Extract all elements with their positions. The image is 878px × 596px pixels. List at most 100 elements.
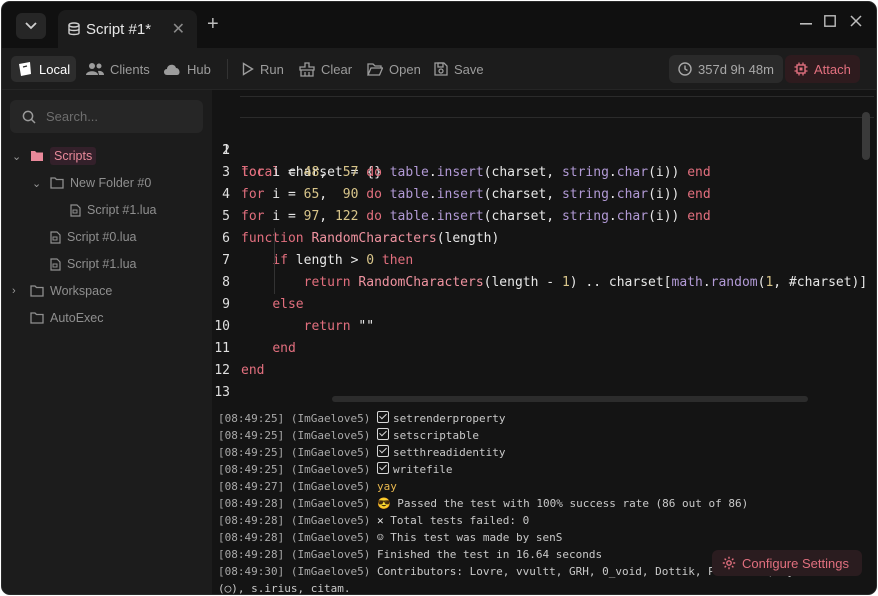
run-button[interactable]: Run	[236, 56, 290, 82]
database-icon	[68, 22, 80, 36]
attach-button[interactable]: Attach	[785, 55, 860, 83]
code-line: 1 local charset = {}	[212, 96, 876, 180]
file-icon	[50, 230, 61, 244]
menu-dropdown-button[interactable]	[16, 13, 46, 39]
file-icon	[50, 257, 61, 271]
tree-label: Script #1.lua	[67, 257, 137, 271]
output-console: [08:49:25] (ImGaelove5) setrenderpropert…	[212, 402, 876, 595]
code-line: 11 end	[212, 316, 876, 378]
hub-button[interactable]: Hub	[157, 56, 217, 82]
console-line: [08:49:25] (ImGaelove5) setrenderpropert…	[218, 411, 506, 425]
code-line: 2 for i = 48, 57 do table.insert(charset…	[212, 118, 876, 180]
folder-icon	[30, 285, 44, 297]
code-line: 4 for i = 97, 122 do table.insert(charse…	[212, 162, 876, 224]
tree-folder-workspace[interactable]: › Workspace	[12, 280, 112, 302]
tree-label: Script #0.lua	[67, 230, 137, 244]
indent-guide	[274, 272, 275, 294]
console-line: [08:49:28] (ImGaelove5) Finished the tes…	[218, 548, 603, 561]
configure-settings-label: Configure Settings	[742, 555, 849, 571]
open-label: Open	[389, 61, 421, 77]
local-button[interactable]: Local	[11, 56, 77, 82]
tree-label: Scripts	[50, 147, 97, 165]
chip-icon	[794, 62, 808, 76]
title-bar: Script #1* ✕ +	[2, 2, 876, 48]
play-icon	[242, 62, 254, 76]
tree-file-script0[interactable]: Script #0.lua	[50, 226, 136, 248]
code-line: 9 return ""	[212, 272, 876, 334]
gear-icon	[722, 556, 736, 570]
folder-icon	[30, 312, 44, 324]
checkbox-icon	[376, 445, 389, 457]
local-icon	[19, 62, 31, 76]
checkbox-icon	[376, 411, 389, 423]
clock-icon	[678, 62, 692, 76]
save-label: Save	[454, 61, 484, 77]
grin-emoji-icon: 😎	[376, 497, 391, 510]
clear-button[interactable]: Clear	[293, 56, 358, 82]
search-box[interactable]	[10, 100, 203, 133]
search-input[interactable]	[46, 109, 186, 124]
local-label: Local	[39, 61, 71, 77]
clients-label: Clients	[110, 61, 150, 77]
minimize-icon[interactable]	[800, 23, 812, 25]
console-line: [08:49:25] (ImGaelove5) writefile	[218, 462, 453, 476]
console-line: [08:49:28] (ImGaelove5) ✕ Total tests fa…	[218, 514, 530, 527]
code-line: 8 else	[212, 250, 876, 312]
console-line: [08:49:25] (ImGaelove5) setscriptable	[218, 428, 480, 442]
checkbox-icon	[376, 462, 389, 474]
console-line: [08:49:25] (ImGaelove5) setthreadidentit…	[218, 445, 506, 459]
chevron-down-icon	[25, 22, 37, 30]
tree-label: New Folder #0	[70, 176, 152, 190]
chevron-down-icon[interactable]: ⌄	[12, 150, 24, 163]
checkbox-icon	[376, 428, 389, 440]
tree-label: AutoExec	[50, 311, 104, 325]
close-tab-icon[interactable]: ✕	[172, 19, 185, 39]
current-line-highlight	[240, 96, 874, 118]
open-button[interactable]: Open	[361, 56, 427, 82]
chevron-down-icon[interactable]: ⌄	[32, 177, 44, 190]
smile-emoji-icon: ☺	[376, 531, 384, 544]
code-line: 13 Bypassed_Dex.Name = RandomCharacters(…	[212, 360, 876, 400]
toolbar: Local Clients Hub Run Clear Open Save 35…	[2, 48, 876, 90]
chevron-right-icon[interactable]: ›	[12, 285, 24, 297]
code-line: 3 for i = 65, 90 do table.insert(charset…	[212, 140, 876, 202]
clients-button[interactable]: Clients	[80, 56, 156, 82]
close-window-icon[interactable]	[850, 15, 862, 27]
hub-label: Hub	[187, 61, 211, 77]
cross-mark-icon: ✕	[376, 514, 384, 527]
cloud-icon	[164, 64, 180, 75]
attach-label: Attach	[814, 61, 851, 77]
tree-file-nested-script[interactable]: Script #1.lua	[70, 199, 156, 221]
console-line: [08:49:27] (ImGaelove5) yay	[218, 480, 397, 493]
configure-settings-button[interactable]: Configure Settings	[712, 550, 862, 576]
save-button[interactable]: Save	[428, 56, 490, 82]
session-timer: 357d 9h 48m	[669, 55, 783, 83]
toolbar-divider	[227, 59, 228, 79]
console-line: [08:49:28] (ImGaelove5) ☺ This test was …	[218, 531, 563, 544]
clear-icon	[299, 61, 315, 77]
tab-script[interactable]: Script #1* ✕	[58, 10, 197, 48]
tree-folder-new-folder[interactable]: ⌄ New Folder #0	[32, 172, 151, 194]
indent-guide	[274, 228, 275, 272]
code-editor[interactable]: 1 local charset = {} 2 for i = 48, 57 do…	[212, 90, 876, 402]
folder-open-icon	[367, 62, 383, 76]
app-window: Script #1* ✕ + Local Clients Hub Run Cle…	[1, 1, 877, 595]
run-label: Run	[260, 61, 284, 77]
console-line: (◯), s.irius, citam.	[218, 582, 351, 595]
console-line: [08:49:28] (ImGaelove5) 😎 Passed the tes…	[218, 497, 749, 510]
tree-folder-scripts[interactable]: ⌄ Scripts	[12, 145, 97, 167]
new-tab-button[interactable]: +	[207, 14, 219, 34]
code-line: 6 if length > 0 then	[212, 206, 876, 268]
code-line: 5 function RandomCharacters(length)	[212, 184, 876, 246]
folder-icon	[31, 151, 43, 161]
tree-label: Workspace	[50, 284, 113, 298]
tree-folder-autoexec[interactable]: AutoExec	[30, 307, 104, 329]
code-line: 10 end	[212, 294, 876, 356]
maximize-icon[interactable]	[824, 15, 836, 27]
clear-label: Clear	[321, 61, 353, 77]
editor-vertical-scrollbar[interactable]	[862, 112, 870, 160]
file-explorer-sidebar: ⌄ Scripts ⌄ New Folder #0 Script #1.lua …	[2, 90, 212, 594]
code-line: 7 return RandomCharacters(length - 1) ..…	[212, 228, 876, 290]
folder-icon	[50, 177, 64, 189]
tree-file-script1[interactable]: Script #1.lua	[50, 253, 136, 275]
